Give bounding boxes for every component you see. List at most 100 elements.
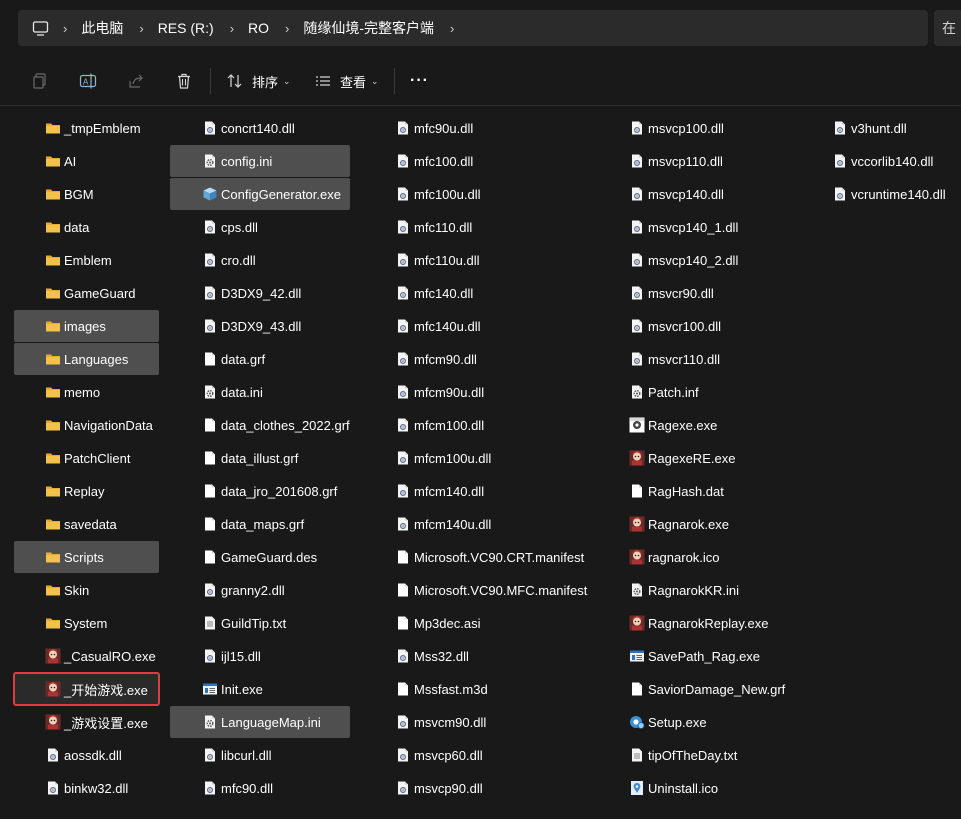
file-item[interactable]: mfc110u.dll bbox=[361, 244, 591, 276]
sort-button[interactable]: 排序 ⌄ bbox=[226, 69, 291, 93]
copy-button[interactable] bbox=[31, 69, 49, 93]
computer-icon[interactable] bbox=[32, 20, 49, 37]
file-item[interactable]: Skin bbox=[14, 574, 159, 606]
file-item[interactable]: RagnarokKR.ini bbox=[597, 574, 787, 606]
file-item[interactable]: tipOfTheDay.txt bbox=[597, 739, 787, 771]
file-item[interactable]: data_clothes_2022.grf bbox=[170, 409, 350, 441]
file-item[interactable]: data bbox=[14, 211, 159, 243]
file-item[interactable]: GameGuard bbox=[14, 277, 159, 309]
file-item[interactable]: Uninstall.ico bbox=[597, 772, 787, 804]
file-item[interactable]: msvcp100.dll bbox=[597, 112, 787, 144]
file-item[interactable]: _游戏设置.exe bbox=[14, 706, 159, 738]
file-item[interactable]: v3hunt.dll bbox=[800, 112, 960, 144]
file-item[interactable]: aossdk.dll bbox=[14, 739, 159, 771]
file-item[interactable]: mfc110.dll bbox=[361, 211, 591, 243]
file-item[interactable]: mfcm90u.dll bbox=[361, 376, 591, 408]
file-item[interactable]: msvcp140_2.dll bbox=[597, 244, 787, 276]
file-item[interactable]: Emblem bbox=[14, 244, 159, 276]
file-item[interactable]: PatchClient bbox=[14, 442, 159, 474]
file-item[interactable]: vccorlib140.dll bbox=[800, 145, 960, 177]
file-item[interactable]: mfcm100u.dll bbox=[361, 442, 591, 474]
file-item[interactable]: System bbox=[14, 607, 159, 639]
breadcrumb-drive[interactable]: › RES (R:) bbox=[139, 20, 229, 36]
file-item[interactable]: msvcp140_1.dll bbox=[597, 211, 787, 243]
file-item[interactable]: RagexeRE.exe bbox=[597, 442, 787, 474]
file-item[interactable]: Microsoft.VC90.CRT.manifest bbox=[361, 541, 591, 573]
file-item[interactable]: cps.dll bbox=[170, 211, 350, 243]
file-item[interactable]: libcurl.dll bbox=[170, 739, 350, 771]
file-item[interactable]: Patch.inf bbox=[597, 376, 787, 408]
more-options-button[interactable]: ··· bbox=[410, 69, 429, 93]
file-item[interactable]: config.ini bbox=[170, 145, 350, 177]
file-item[interactable]: vcruntime140.dll bbox=[800, 178, 960, 210]
search-box[interactable]: 在 bbox=[934, 10, 961, 46]
file-item[interactable]: binkw32.dll bbox=[14, 772, 159, 804]
file-item[interactable]: mfc90.dll bbox=[170, 772, 350, 804]
file-item[interactable]: Ragexe.exe bbox=[597, 409, 787, 441]
file-item[interactable]: msvcp110.dll bbox=[597, 145, 787, 177]
file-item[interactable]: msvcr90.dll bbox=[597, 277, 787, 309]
file-item[interactable]: LanguageMap.ini bbox=[170, 706, 350, 738]
file-item[interactable]: msvcp60.dll bbox=[361, 739, 591, 771]
file-item[interactable]: data.grf bbox=[170, 343, 350, 375]
share-button[interactable] bbox=[127, 69, 145, 93]
file-item[interactable]: NavigationData bbox=[14, 409, 159, 441]
file-item[interactable]: concrt140.dll bbox=[170, 112, 350, 144]
file-item[interactable]: Mss32.dll bbox=[361, 640, 591, 672]
file-item[interactable]: data_maps.grf bbox=[170, 508, 350, 540]
file-item[interactable]: msvcp90.dll bbox=[361, 772, 591, 804]
breadcrumb-this-pc[interactable]: › 此电脑 bbox=[63, 18, 139, 38]
file-item[interactable]: _CasualRO.exe bbox=[14, 640, 159, 672]
view-button[interactable]: 查看 ⌄ bbox=[314, 69, 379, 93]
file-item[interactable]: _tmpEmblem bbox=[14, 112, 159, 144]
file-item[interactable]: Replay bbox=[14, 475, 159, 507]
file-item[interactable]: Scripts bbox=[14, 541, 159, 573]
file-item[interactable]: memo bbox=[14, 376, 159, 408]
file-item[interactable]: _开始游戏.exe bbox=[13, 672, 160, 706]
file-item[interactable]: Microsoft.VC90.MFC.manifest bbox=[361, 574, 591, 606]
file-item[interactable]: AI bbox=[14, 145, 159, 177]
file-item[interactable]: mfcm90.dll bbox=[361, 343, 591, 375]
file-item[interactable]: data.ini bbox=[170, 376, 350, 408]
file-item[interactable]: mfc140.dll bbox=[361, 277, 591, 309]
file-item[interactable]: mfc90u.dll bbox=[361, 112, 591, 144]
file-item[interactable]: GameGuard.des bbox=[170, 541, 350, 573]
file-item[interactable]: RagnarokReplay.exe bbox=[597, 607, 787, 639]
file-item[interactable]: ConfigGenerator.exe bbox=[170, 178, 350, 210]
file-item[interactable]: Languages bbox=[14, 343, 159, 375]
file-item[interactable]: msvcr100.dll bbox=[597, 310, 787, 342]
file-item[interactable]: msvcr110.dll bbox=[597, 343, 787, 375]
file-item[interactable]: D3DX9_42.dll bbox=[170, 277, 350, 309]
file-item[interactable]: mfcm140.dll bbox=[361, 475, 591, 507]
file-item[interactable]: D3DX9_43.dll bbox=[170, 310, 350, 342]
file-item[interactable]: RagHash.dat bbox=[597, 475, 787, 507]
file-item[interactable]: msvcp140.dll bbox=[597, 178, 787, 210]
file-item[interactable]: mfcm140u.dll bbox=[361, 508, 591, 540]
file-item[interactable]: BGM bbox=[14, 178, 159, 210]
rename-button[interactable]: A bbox=[79, 69, 97, 93]
breadcrumb-ro[interactable]: › RO bbox=[230, 20, 285, 36]
file-item[interactable]: SavePath_Rag.exe bbox=[597, 640, 787, 672]
file-item[interactable]: Mp3dec.asi bbox=[361, 607, 591, 639]
breadcrumb-expand[interactable]: › bbox=[450, 21, 468, 36]
file-item[interactable]: ragnarok.ico bbox=[597, 541, 787, 573]
file-item[interactable]: ijl15.dll bbox=[170, 640, 350, 672]
breadcrumb-client-folder[interactable]: › 随缘仙境-完整客户端 bbox=[285, 18, 450, 38]
file-item[interactable]: Setup.exe bbox=[597, 706, 787, 738]
file-item[interactable]: granny2.dll bbox=[170, 574, 350, 606]
delete-button[interactable] bbox=[175, 69, 193, 93]
file-item[interactable]: mfc100u.dll bbox=[361, 178, 591, 210]
file-item[interactable]: msvcm90.dll bbox=[361, 706, 591, 738]
address-bar[interactable]: › 此电脑 › RES (R:) › RO › 随缘仙境-完整客户端 › bbox=[18, 10, 928, 46]
file-item[interactable]: Init.exe bbox=[170, 673, 350, 705]
file-item[interactable]: mfc140u.dll bbox=[361, 310, 591, 342]
file-item[interactable]: images bbox=[14, 310, 159, 342]
file-item[interactable]: cro.dll bbox=[170, 244, 350, 276]
file-item[interactable]: mfc100.dll bbox=[361, 145, 591, 177]
file-item[interactable]: savedata bbox=[14, 508, 159, 540]
file-item[interactable]: Ragnarok.exe bbox=[597, 508, 787, 540]
file-item[interactable]: data_illust.grf bbox=[170, 442, 350, 474]
file-item[interactable]: Mssfast.m3d bbox=[361, 673, 591, 705]
file-item[interactable]: GuildTip.txt bbox=[170, 607, 350, 639]
file-item[interactable]: data_jro_201608.grf bbox=[170, 475, 350, 507]
